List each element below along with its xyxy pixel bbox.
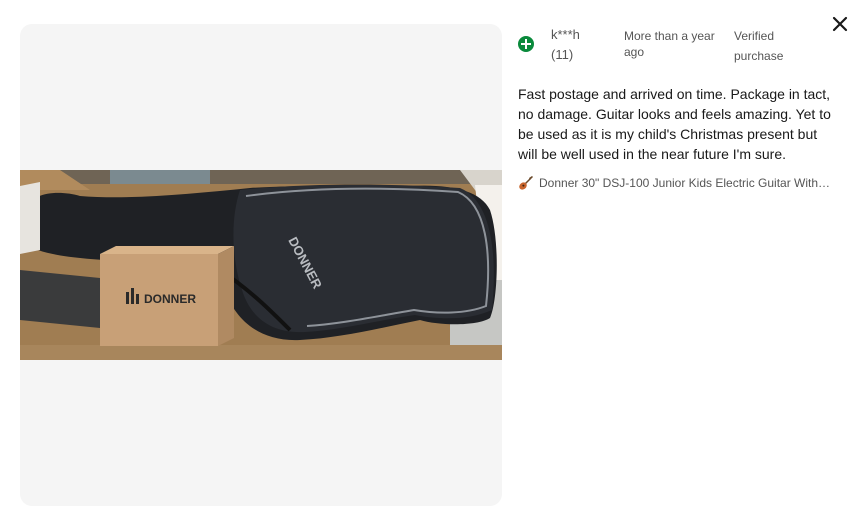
reviewed-item-link[interactable]: Donner 30" DSJ-100 Junior Kids Electric …	[518, 176, 838, 190]
review-photo[interactable]: DONNER DONNER	[20, 170, 502, 360]
review-date: More than a year ago	[624, 29, 715, 59]
close-button[interactable]	[822, 6, 858, 42]
buyer-name[interactable]: k***h	[551, 27, 580, 43]
review-media-panel: DONNER DONNER	[20, 24, 502, 506]
buyer-review-count[interactable]: (11)	[551, 47, 573, 63]
plus-circle-icon	[518, 36, 534, 52]
reviewed-item-title[interactable]: Donner 30" DSJ-100 Junior Kids Electric …	[539, 176, 833, 190]
close-icon	[832, 16, 848, 32]
verified-purchase-label: Verified purchase	[734, 29, 784, 63]
photo-guitar-bag-in-box: DONNER DONNER	[20, 170, 502, 360]
review-text: Fast postage and arrived on time. Packag…	[518, 86, 831, 162]
review-meta: k***h (11) More than a year ago Verified…	[518, 24, 838, 68]
review-details: k***h (11) More than a year ago Verified…	[518, 24, 838, 190]
guitar-icon	[519, 176, 533, 190]
box-brand-text: DONNER	[144, 292, 196, 306]
